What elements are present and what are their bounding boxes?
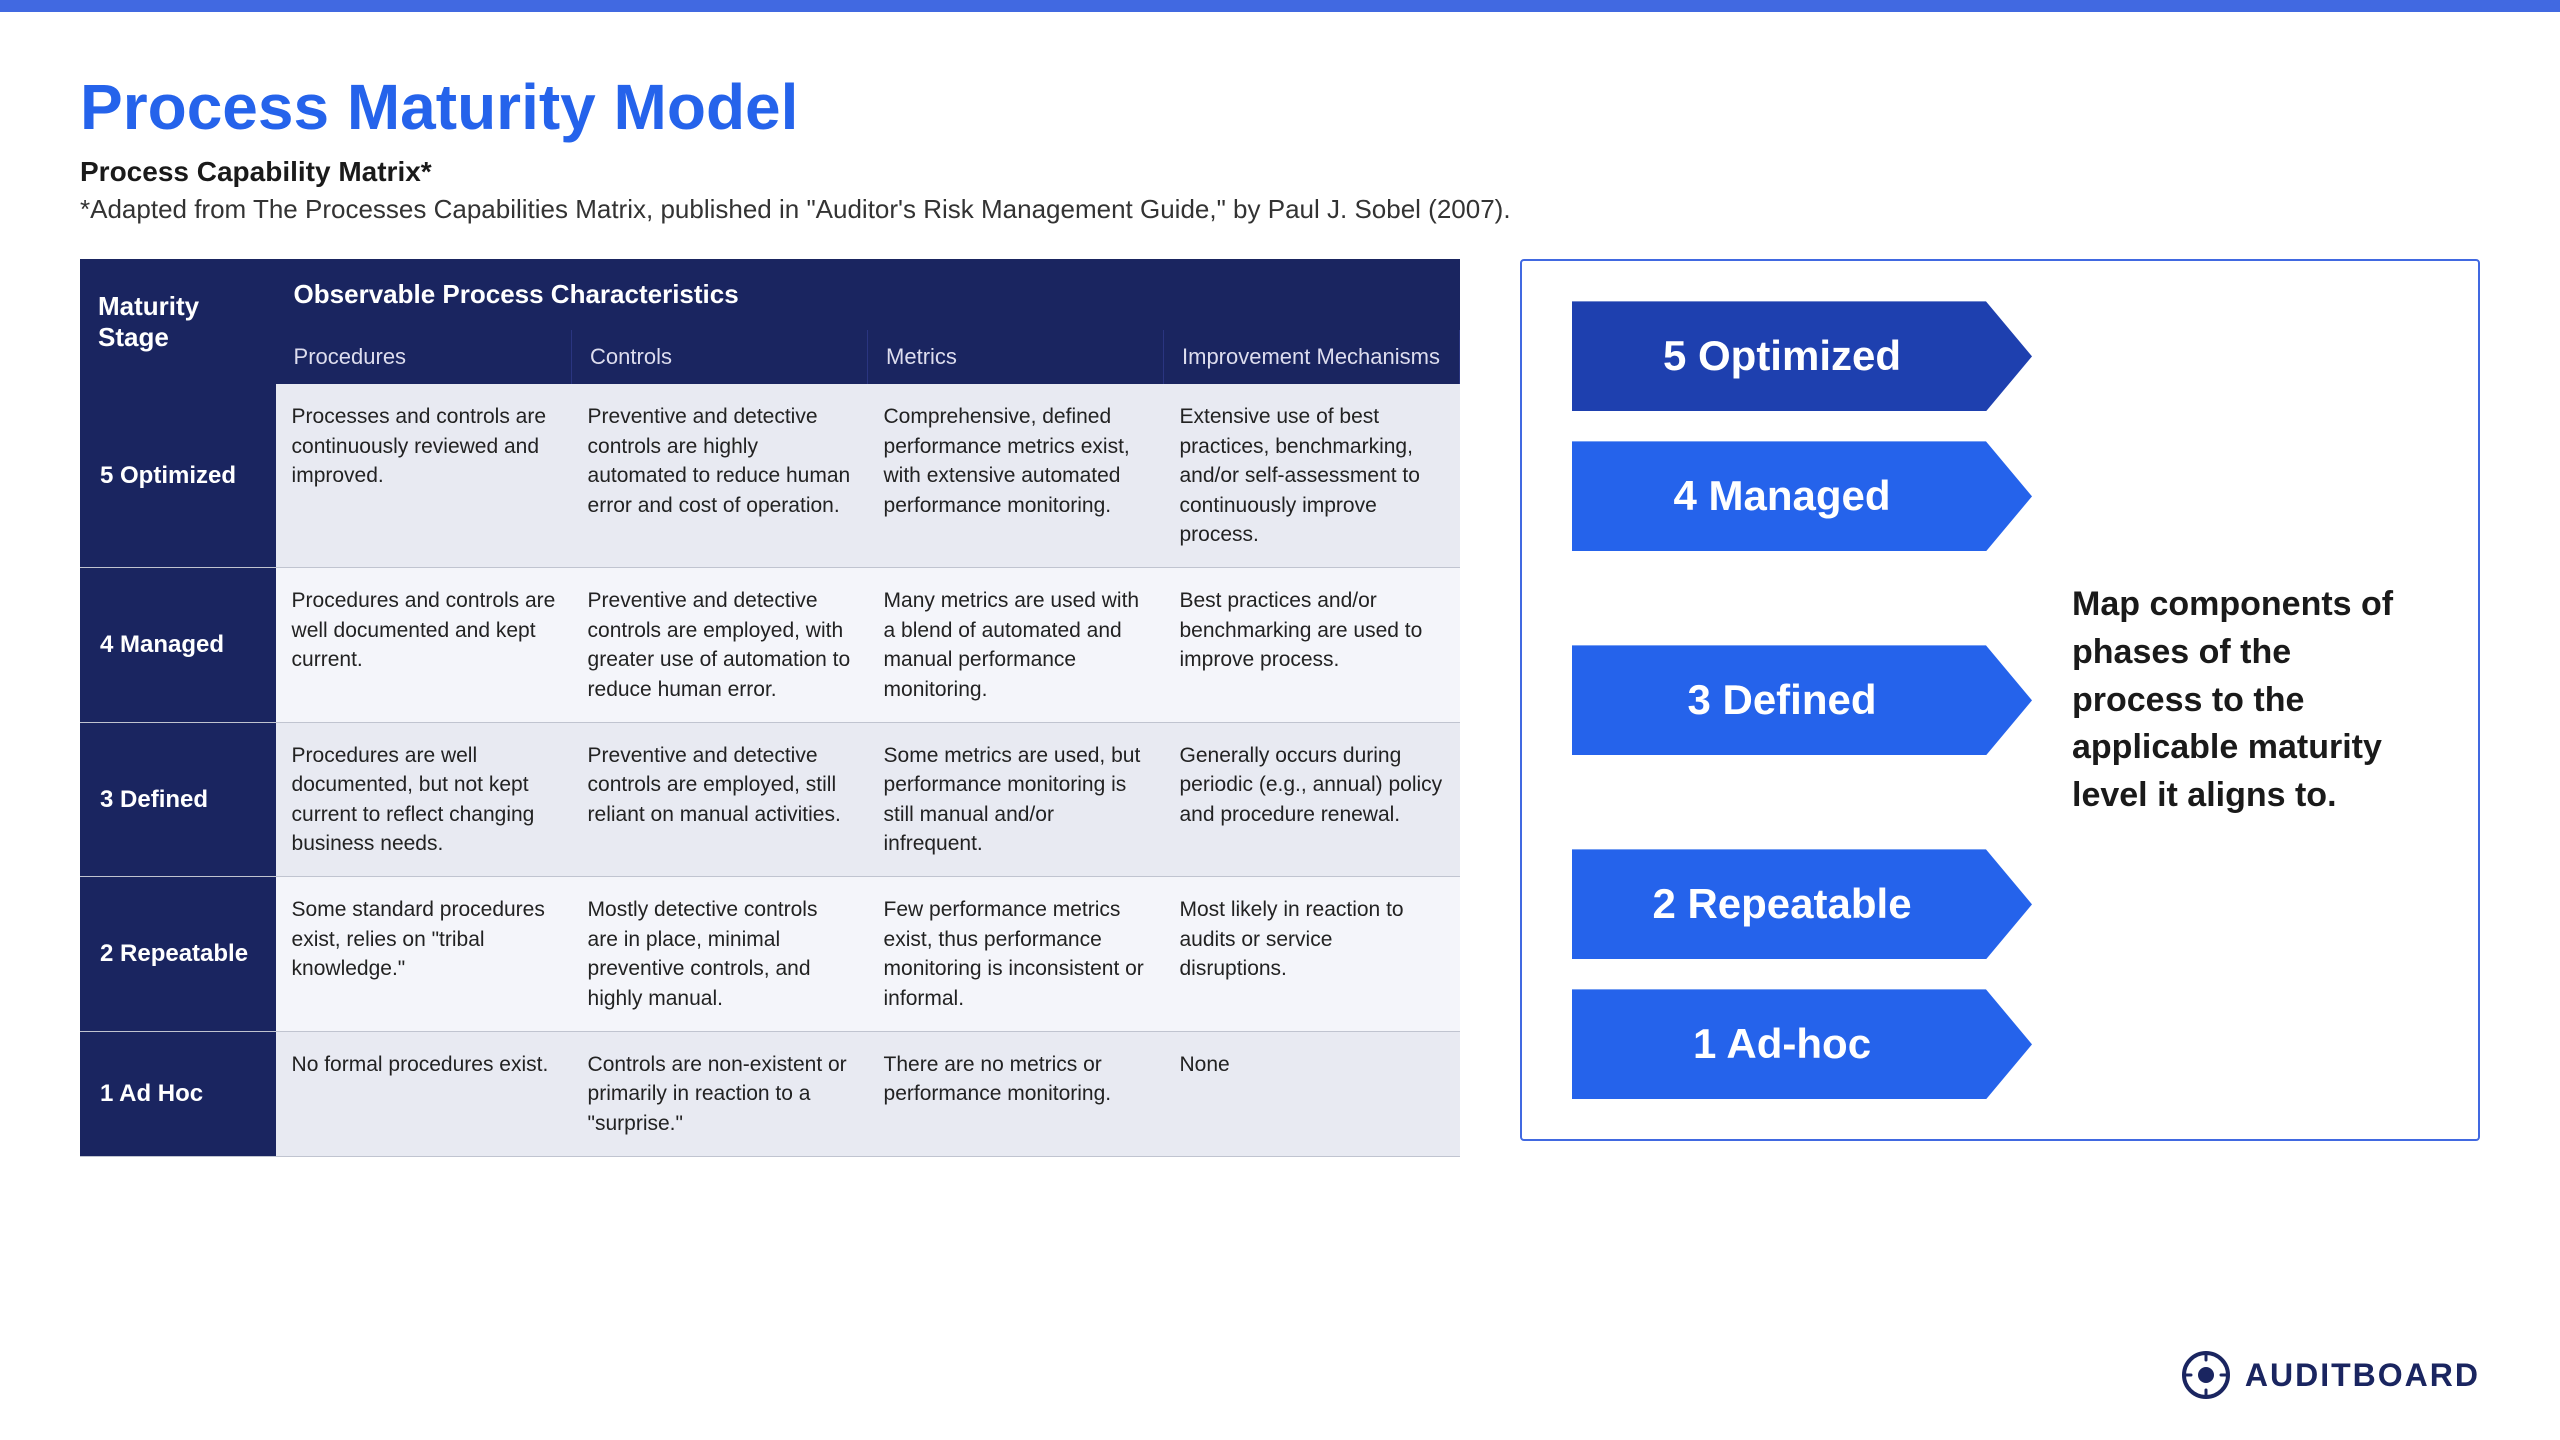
metrics-cell: Many metrics are used with a blend of au…	[868, 568, 1164, 723]
observable-header: Observable Process Characteristics	[276, 259, 1460, 330]
controls-cell: Preventive and detective controls are em…	[572, 568, 868, 723]
controls-cell: Preventive and detective controls are hi…	[572, 384, 868, 567]
content-row: Maturity Stage Observable Process Charac…	[80, 259, 2480, 1157]
controls-cell: Controls are non-existent or primarily i…	[572, 1032, 868, 1157]
col-improvement-header: Improvement Mechanisms	[1164, 330, 1460, 384]
col-procedures-header: Procedures	[276, 330, 572, 384]
metrics-cell: Few performance metrics exist, thus perf…	[868, 877, 1164, 1032]
maturity-stage-header: Maturity Stage	[80, 259, 276, 384]
table-section: Maturity Stage Observable Process Charac…	[80, 259, 1460, 1157]
metrics-cell: Some metrics are used, but performance m…	[868, 722, 1164, 877]
map-text: Map components of phases of the process …	[2072, 581, 2428, 819]
arrow-row: 1 Ad-hoc	[1572, 989, 2428, 1099]
page-title: Process Maturity Model	[80, 72, 2480, 142]
improvement-cell: Extensive use of best practices, benchma…	[1164, 384, 1460, 567]
maturity-cell: 3 Defined	[80, 722, 276, 877]
table-row: 2 Repeatable Some standard procedures ex…	[80, 877, 1460, 1032]
metrics-cell: There are no metrics or performance moni…	[868, 1032, 1164, 1157]
metrics-cell: Comprehensive, defined performance metri…	[868, 384, 1164, 567]
arrow-btn-level5: 5 Optimized	[1572, 301, 2032, 411]
procedures-cell: Processes and controls are continuously …	[276, 384, 572, 567]
maturity-cell: 2 Repeatable	[80, 877, 276, 1032]
subtitle-block: Process Capability Matrix* *Adapted from…	[80, 156, 2480, 225]
col-metrics-header: Metrics	[868, 330, 1164, 384]
procedures-cell: Procedures and controls are well documen…	[276, 568, 572, 723]
arrow-row: 3 Defined Map components of phases of the…	[1572, 581, 2428, 819]
logo-area: AUDITBOARD	[2181, 1350, 2480, 1400]
table-row: 5 Optimized Processes and controls are c…	[80, 384, 1460, 567]
procedures-cell: Some standard procedures exist, relies o…	[276, 877, 572, 1032]
table-row: 4 Managed Procedures and controls are we…	[80, 568, 1460, 723]
improvement-cell: None	[1164, 1032, 1460, 1157]
improvement-cell: Generally occurs during periodic (e.g., …	[1164, 722, 1460, 877]
procedures-cell: Procedures are well documented, but not …	[276, 722, 572, 877]
arrow-row: 5 Optimized	[1572, 301, 2428, 411]
subtitle-bold: Process Capability Matrix*	[80, 156, 2480, 188]
table-row: 3 Defined Procedures are well documented…	[80, 722, 1460, 877]
maturity-cell: 4 Managed	[80, 568, 276, 723]
table-header-main: Maturity Stage Observable Process Charac…	[80, 259, 1460, 330]
maturity-table: Maturity Stage Observable Process Charac…	[80, 259, 1460, 1157]
arrow-row: 4 Managed	[1572, 441, 2428, 551]
arrow-btn-level3: 3 Defined	[1572, 645, 2032, 755]
table-row: 1 Ad Hoc No formal procedures exist. Con…	[80, 1032, 1460, 1157]
table-header-sub: Procedures Controls Metrics Improvement …	[80, 330, 1460, 384]
improvement-cell: Best practices and/or benchmarking are u…	[1164, 568, 1460, 723]
maturity-cell: 1 Ad Hoc	[80, 1032, 276, 1157]
arrow-btn-level1: 1 Ad-hoc	[1572, 989, 2032, 1099]
arrow-row: 2 Repeatable	[1572, 849, 2428, 959]
auditboard-logo-icon	[2181, 1350, 2231, 1400]
top-bar	[0, 0, 2560, 12]
controls-cell: Preventive and detective controls are em…	[572, 722, 868, 877]
improvement-cell: Most likely in reaction to audits or ser…	[1164, 877, 1460, 1032]
col-controls-header: Controls	[572, 330, 868, 384]
maturity-cell: 5 Optimized	[80, 384, 276, 567]
arrow-btn-level2: 2 Repeatable	[1572, 849, 2032, 959]
logo-text: AUDITBOARD	[2245, 1357, 2480, 1394]
main-content: Process Maturity Model Process Capabilit…	[0, 12, 2560, 1197]
subtitle-normal: *Adapted from The Processes Capabilities…	[80, 194, 2480, 225]
controls-cell: Mostly detective controls are in place, …	[572, 877, 868, 1032]
arrow-btn-level4: 4 Managed	[1572, 441, 2032, 551]
procedures-cell: No formal procedures exist.	[276, 1032, 572, 1157]
right-panel: 5 Optimized 4 Managed 3 Defined Map compone…	[1520, 259, 2480, 1141]
